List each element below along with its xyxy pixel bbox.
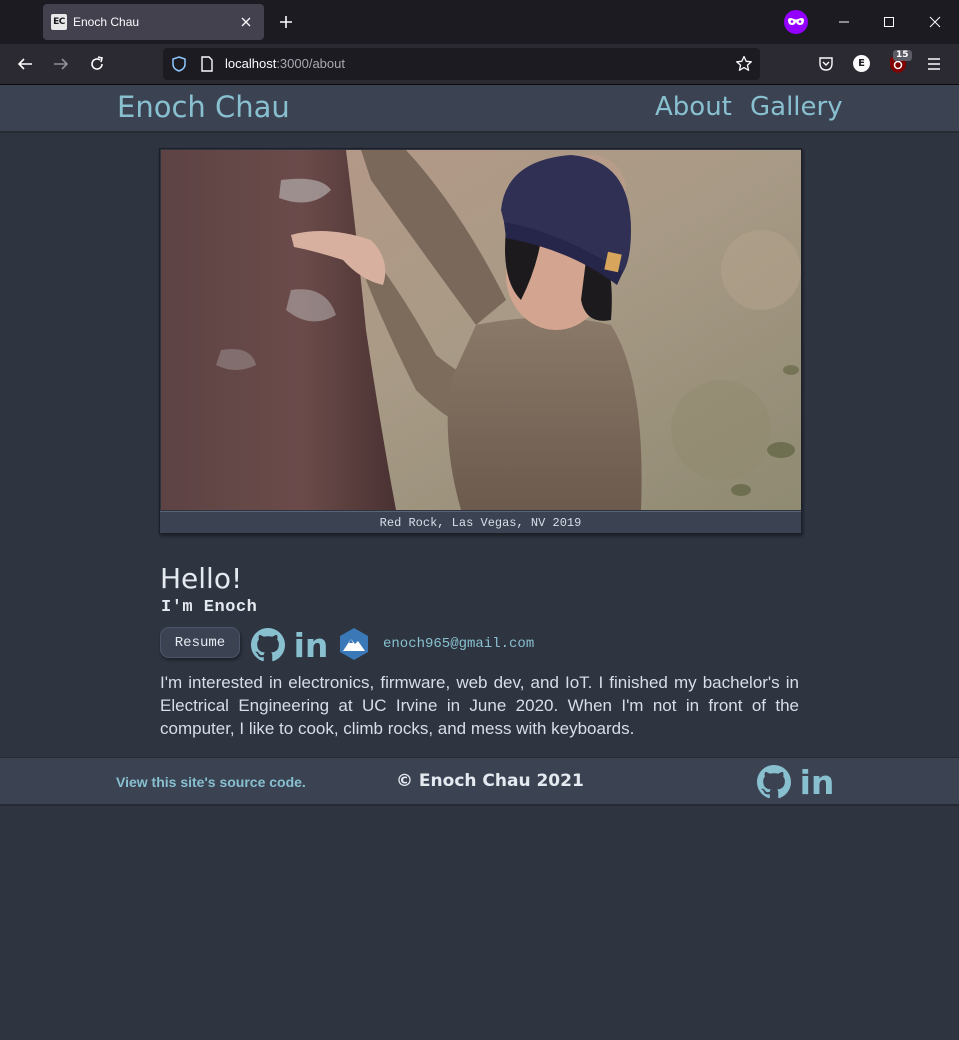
- copyright-text: © Enoch Chau 2021: [396, 771, 584, 791]
- site-footer: View this site's source code. © Enoch Ch…: [0, 757, 959, 806]
- url-text[interactable]: localhost:3000/about: [225, 56, 345, 71]
- browser-tab-bar: EC Enoch Chau: [0, 0, 959, 44]
- github-icon[interactable]: [250, 627, 286, 663]
- pocket-icon[interactable]: [816, 54, 836, 74]
- address-bar[interactable]: localhost:3000/about: [163, 48, 760, 80]
- footer-linkedin-icon[interactable]: in: [798, 763, 836, 802]
- ublock-count-badge: 15: [893, 50, 912, 61]
- favicon-icon: EC: [51, 14, 67, 30]
- profile-figure: Red Rock, Las Vegas, NV 2019: [159, 148, 802, 534]
- photo-caption: Red Rock, Las Vegas, NV 2019: [160, 511, 801, 533]
- site-title[interactable]: Enoch Chau: [117, 90, 290, 124]
- footer-github-icon[interactable]: [756, 764, 792, 800]
- bio-paragraph: I'm interested in electronics, firmware,…: [160, 673, 799, 738]
- resume-button[interactable]: Resume: [160, 627, 240, 658]
- browser-toolbar: localhost:3000/about E: [0, 44, 959, 85]
- extension-e-icon[interactable]: E: [853, 55, 870, 72]
- climbing-photo: [161, 150, 801, 510]
- nav-link-about[interactable]: About: [655, 92, 732, 122]
- greeting-heading: Hello!: [160, 562, 243, 595]
- tab-title: Enoch Chau: [73, 15, 140, 29]
- close-tab-icon[interactable]: [236, 12, 256, 32]
- shield-icon[interactable]: [171, 56, 187, 76]
- private-browsing-icon: [784, 10, 808, 34]
- browser-tab[interactable]: EC Enoch Chau: [43, 4, 264, 40]
- site-header: Enoch Chau About Gallery: [0, 85, 959, 133]
- forward-arrow-icon[interactable]: [51, 54, 71, 74]
- email-link[interactable]: enoch965@gmail.com: [383, 636, 534, 652]
- source-code-link[interactable]: View this site's source code.: [116, 774, 306, 790]
- menu-icon[interactable]: [924, 54, 944, 74]
- mountain-project-icon[interactable]: [337, 627, 370, 661]
- maximize-icon[interactable]: [879, 12, 899, 32]
- close-window-icon[interactable]: [925, 12, 945, 32]
- page-icon[interactable]: [200, 56, 214, 76]
- nav-link-gallery[interactable]: Gallery: [750, 92, 843, 122]
- subtitle-heading: I'm Enoch: [161, 598, 258, 617]
- linkedin-icon[interactable]: in: [292, 626, 330, 665]
- back-arrow-icon[interactable]: [15, 54, 35, 74]
- bookmark-star-icon[interactable]: [735, 55, 753, 77]
- reload-icon[interactable]: [87, 54, 107, 74]
- minimize-icon[interactable]: [834, 12, 854, 32]
- new-tab-icon[interactable]: [276, 12, 296, 32]
